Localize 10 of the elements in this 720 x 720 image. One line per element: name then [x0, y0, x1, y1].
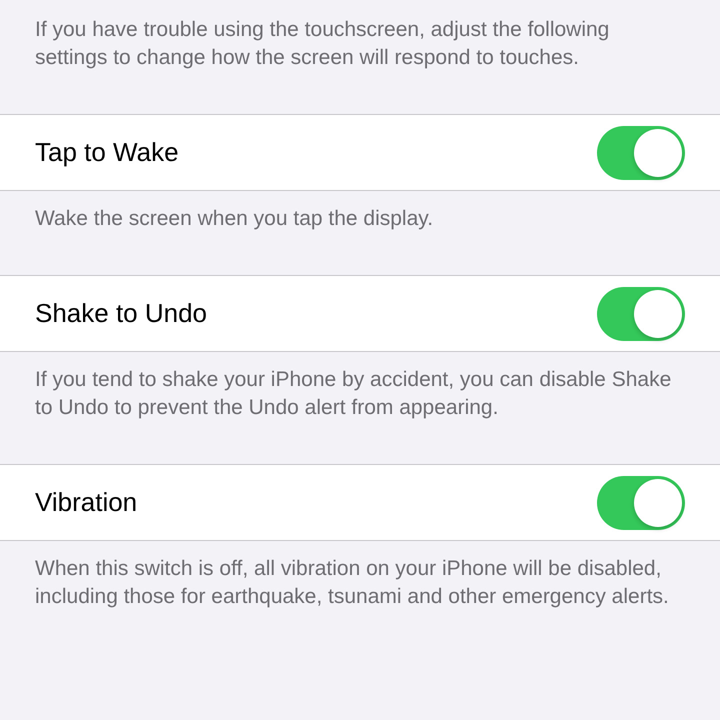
setting-description: If you tend to shake your iPhone by accident, you can disable Shake to Undo to prevent the Undo alert from appearing.	[34, 367, 672, 421]
setting-description: When this switch is off, all vibration on your iPhone will be disabled, including those for earthquake, tsunami and other emergency alerts.	[34, 556, 670, 610]
setting-label: Tap to Wake	[35, 137, 179, 168]
setting-label: Shake to Undo	[35, 298, 208, 329]
setting-description: Wake the screen when you tap the display.	[34, 206, 434, 232]
toggle-switch[interactable]	[597, 476, 685, 530]
setting-label: Vibration	[35, 487, 138, 518]
toggle-switch[interactable]	[597, 286, 685, 340]
toggle-switch[interactable]	[597, 126, 685, 180]
intro-text: If you have trouble using the touchscreen, adjust the following settings to change how the screen will respond to touches.	[34, 17, 610, 71]
